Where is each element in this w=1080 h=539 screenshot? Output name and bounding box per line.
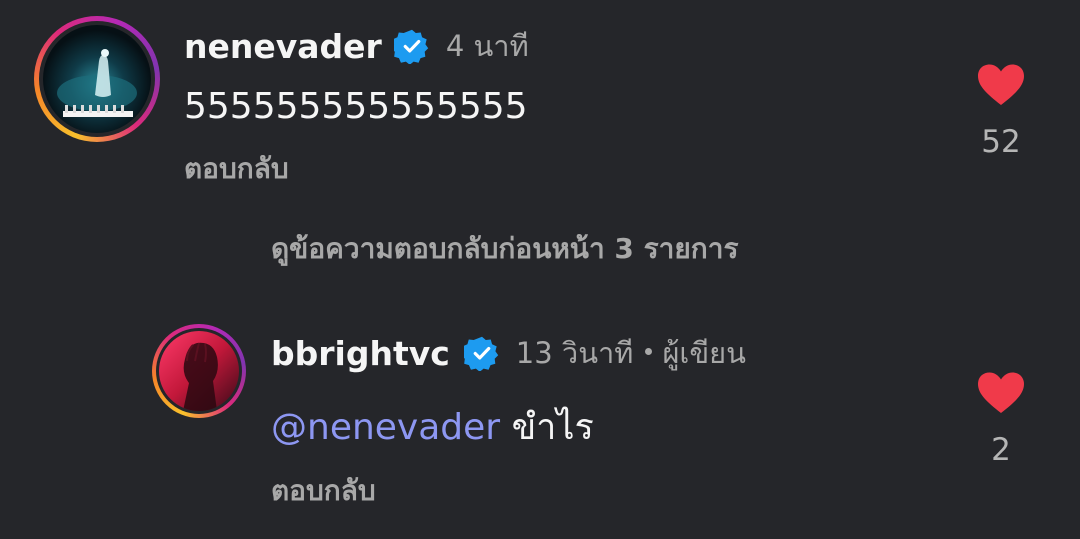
comment-header: nenevader 4 นาที: [184, 26, 529, 66]
separator-dot: [645, 347, 653, 355]
reply-button[interactable]: ตอบกลับ: [271, 477, 376, 505]
heart-icon[interactable]: [977, 372, 1025, 414]
avatar-ring[interactable]: [152, 324, 246, 418]
verified-badge-icon: [393, 29, 429, 64]
heart-icon[interactable]: [977, 64, 1025, 106]
timestamp: 13 วินาที: [515, 335, 634, 370]
verified-badge-icon: [463, 336, 498, 371]
comment-text: 555555555555555: [184, 86, 528, 127]
avatar-ring[interactable]: [34, 16, 160, 142]
view-previous-replies-button[interactable]: ดูข้อความตอบกลับก่อนหน้า 3 รายการ: [271, 235, 739, 263]
like-count: 52: [981, 124, 1021, 160]
comment-header: bbrightvc 13 วินาที ผู้เขียน: [271, 333, 746, 373]
username[interactable]: nenevader: [184, 30, 382, 63]
avatar: [159, 331, 239, 411]
username[interactable]: bbrightvc: [271, 337, 450, 370]
avatar: [43, 25, 151, 133]
mention-link[interactable]: @nenevader: [271, 407, 500, 448]
timestamp: 4 นาที: [445, 28, 529, 63]
reply-button[interactable]: ตอบกลับ: [184, 155, 289, 183]
avatar-gap: [156, 328, 242, 414]
comment-text: @nenevader ขำไร: [271, 410, 594, 446]
author-label: ผู้เขียน: [662, 335, 746, 370]
comment-body: ขำไร: [511, 407, 594, 448]
avatar-gap: [39, 21, 155, 137]
like-count: 2: [991, 432, 1011, 468]
